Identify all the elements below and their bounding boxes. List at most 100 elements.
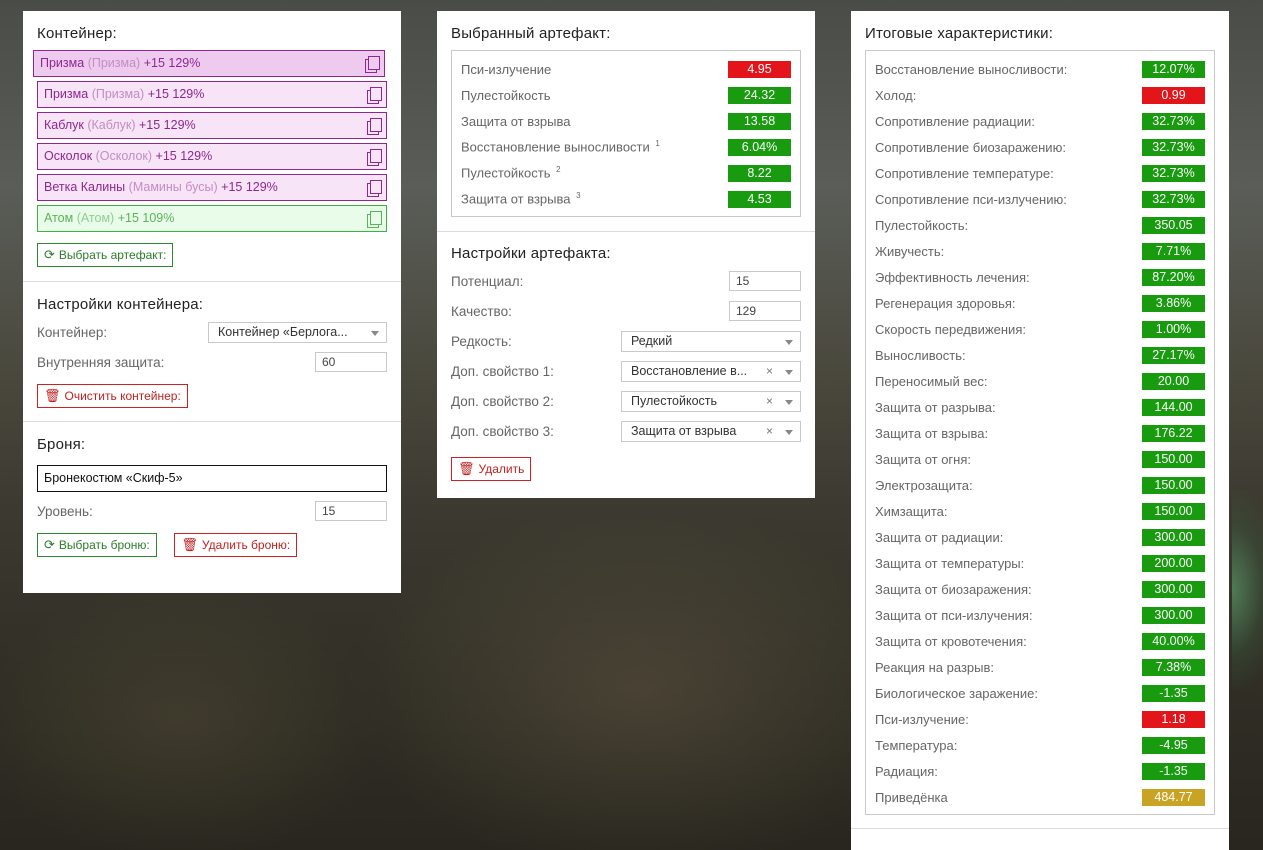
artifact-item[interactable]: Каблук (Каблук) +15 129% [37, 112, 387, 139]
stat-row: Регенерация здоровья: 3.86% [875, 290, 1205, 316]
stat-value: 7.38% [1142, 658, 1205, 676]
stat-footnote: 3 [576, 191, 581, 201]
stat-label: Температура: [875, 738, 957, 753]
stat-row: Температура: -4.95 [875, 732, 1205, 758]
stat-value: -1.35 [1142, 762, 1205, 780]
level-label: Уровень: [37, 503, 93, 519]
refresh-icon: ⟳ [44, 537, 55, 552]
stat-label: Защита от биозаражения: [875, 582, 1032, 597]
stat-label-text: Сопротивление температуре: [875, 165, 1054, 181]
copy-icon[interactable] [367, 180, 382, 197]
inner-protection-input[interactable]: 60 [315, 352, 387, 372]
stat-row: Пси-излучение: 1.18 [875, 706, 1205, 732]
artifact-name: Призма [44, 87, 89, 101]
artifact-list: Призма (Призма) +15 129% Призма (Призма) … [33, 50, 387, 232]
armor-section: Броня: Бронекостюм «Скиф-5» Уровень: 15 … [23, 421, 401, 569]
artifact-name: Каблук [44, 118, 84, 132]
clear-icon[interactable]: × [766, 422, 773, 441]
stat-value: 6.04% [728, 138, 791, 156]
rarity-select[interactable]: Редкий [621, 330, 801, 352]
level-row: Уровень: 15 [37, 496, 387, 526]
artifact-name: Осколок [44, 149, 93, 163]
copy-icon[interactable] [367, 211, 382, 228]
copy-icon[interactable] [367, 118, 382, 135]
stat-label: Переносимый вес: [875, 374, 987, 389]
artifact-item[interactable]: Атом (Атом) +15 109% [37, 205, 387, 232]
stat-label-text: Сопротивление биозаражению: [875, 139, 1066, 155]
stat-row: Холод: 0.99 [875, 82, 1205, 108]
extra2-select[interactable]: Пулестойкость × [621, 390, 801, 412]
clear-icon[interactable]: × [766, 392, 773, 411]
select-artifact-button[interactable]: ⟳ Выбрать артефакт: [37, 243, 174, 267]
stat-label-text: Регенерация здоровья: [875, 295, 1016, 311]
stat-label: Химзащита: [875, 504, 948, 519]
artifact-bonus: +15 129% [143, 56, 201, 70]
level-input[interactable]: 15 [315, 501, 387, 521]
stat-label: Пси-излучение [461, 62, 551, 77]
chevron-down-icon [371, 330, 379, 336]
delete-artifact-button[interactable]: 🗑 Удалить [451, 457, 532, 481]
container-select[interactable]: Контейнер «Берлога... [208, 321, 387, 343]
artifact-name: Ветка Калины [44, 180, 126, 194]
refresh-icon: ⟳ [44, 247, 55, 262]
totals-section: Итоговые характеристики: Восстановление … [851, 11, 1229, 829]
artifact-bonus: +15 109% [117, 211, 175, 225]
stat-label: Защита от разрыва: [875, 400, 996, 415]
clear-icon[interactable]: × [766, 362, 773, 381]
delete-armor-button[interactable]: 🗑 Удалить броню: [174, 533, 298, 557]
potential-input[interactable]: 15 [729, 271, 801, 291]
stat-value: 40.00% [1142, 632, 1205, 650]
stat-label: Пси-излучение: [875, 712, 969, 727]
trash-icon: 🗑 [181, 537, 198, 552]
stat-row: Восстановление выносливости 1 6.04% [461, 134, 791, 160]
extra2-label: Доп. свойство 2: [451, 393, 554, 409]
copy-icon[interactable] [367, 87, 382, 104]
stat-label-text: Восстановление выносливости: [875, 61, 1068, 77]
stat-label-text: Защита от кровотечения: [875, 633, 1027, 649]
quality-input[interactable]: 129 [729, 301, 801, 321]
copy-icon[interactable] [367, 149, 382, 166]
stat-label-text: Пси-излучение [461, 61, 552, 77]
select-armor-button[interactable]: ⟳ Выбрать броню: [37, 533, 157, 557]
stat-label: Пулестойкость: [875, 218, 968, 233]
stat-label-text: Радиация: [875, 763, 938, 779]
armor-field[interactable]: Бронекостюм «Скиф-5» [37, 465, 387, 492]
stat-label-text: Пулестойкость [461, 165, 551, 181]
extra1-row: Доп. свойство 1: Восстановление в... × [451, 356, 801, 386]
stat-label-text: Скорость передвижения: [875, 321, 1026, 337]
stat-value: 3.86% [1142, 294, 1205, 312]
extra3-label: Доп. свойство 3: [451, 423, 554, 439]
stat-row: Сопротивление биозаражению: 32.73% [875, 134, 1205, 160]
copy-icon[interactable] [365, 56, 380, 73]
stat-label: Пулестойкость 2 [461, 165, 561, 180]
stat-row: Защита от взрыва 13.58 [461, 108, 791, 134]
extra3-select[interactable]: Защита от взрыва × [621, 420, 801, 442]
potential-label: Потенциал: [451, 273, 524, 289]
stat-label-text: Сопротивление пси-излучению: [875, 191, 1067, 207]
artifact-item[interactable]: Призма (Призма) +15 129% [33, 50, 385, 77]
extra1-select[interactable]: Восстановление в... × [621, 360, 801, 382]
stat-label-text: Сопротивление радиации: [875, 113, 1035, 129]
stat-value: 32.73% [1142, 190, 1205, 208]
chevron-down-icon [785, 369, 793, 375]
stat-value: -1.35 [1142, 684, 1205, 702]
stat-row: Эффективность лечения: 87.20% [875, 264, 1205, 290]
artifact-alias: (Осколок) [95, 149, 153, 163]
clear-container-button[interactable]: 🗑 Очистить контейнер: [37, 384, 188, 408]
stat-label: Скорость передвижения: [875, 322, 1026, 337]
artifact-item[interactable]: Осколок (Осколок) +15 129% [37, 143, 387, 170]
inner-protection-row: Внутренняя защита: 60 [37, 347, 387, 377]
stat-label-text: Пулестойкость [461, 87, 551, 103]
stat-value: 144.00 [1142, 398, 1205, 416]
extra2-row: Доп. свойство 2: Пулестойкость × [451, 386, 801, 416]
artifact-item[interactable]: Призма (Призма) +15 129% [37, 81, 387, 108]
stat-label-text: Защита от биозаражения: [875, 581, 1032, 597]
chevron-down-icon [785, 339, 793, 345]
artifact-stats-table: Пси-излучение 4.95 Пулестойкость 24.32 Защит… [451, 50, 801, 217]
stat-label: Защита от огня: [875, 452, 971, 467]
stat-row: Восстановление выносливости: 12.07% [875, 56, 1205, 82]
stat-value: 32.73% [1142, 164, 1205, 182]
artifact-item[interactable]: Ветка Калины (Мамины бусы) +15 129% [37, 174, 387, 201]
stat-value: 4.53 [728, 190, 791, 208]
armor-title: Броня: [37, 436, 86, 453]
